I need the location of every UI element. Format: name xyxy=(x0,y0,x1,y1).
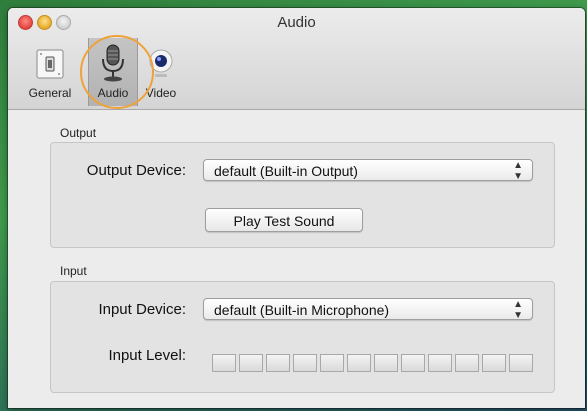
input-device-label: Input Device: xyxy=(98,301,186,318)
window-bottom-edge xyxy=(8,402,585,408)
input-level-label: Input Level: xyxy=(108,347,186,364)
input-level-segment xyxy=(293,354,317,372)
input-level-segment xyxy=(347,354,371,372)
toolbar-label-general: General xyxy=(28,86,72,100)
output-group-label: Output xyxy=(60,126,97,140)
input-level-segment xyxy=(374,354,398,372)
output-device-value: default (Built-in Output) xyxy=(214,163,358,179)
input-level-segment xyxy=(401,354,425,372)
title-bar: Audio General Audio Video xyxy=(8,8,585,110)
output-device-popup[interactable]: default (Built-in Output) ▲ ▼ xyxy=(203,159,533,182)
output-device-label: Output Device: xyxy=(86,162,186,179)
input-level-segment xyxy=(239,354,263,372)
input-group-label: Input xyxy=(60,264,87,278)
input-level-meter xyxy=(212,354,533,372)
input-level-segment xyxy=(455,354,479,372)
input-level-segment xyxy=(428,354,452,372)
toolbar-item-general[interactable]: General xyxy=(26,38,74,104)
input-level-segment xyxy=(509,354,533,372)
input-level-segment xyxy=(320,354,344,372)
play-test-sound-button[interactable]: Play Test Sound xyxy=(205,208,363,232)
input-level-segment xyxy=(266,354,290,372)
audio-preferences-window: Audio General Audio Video Output Output … xyxy=(8,8,585,408)
input-level-segment xyxy=(212,354,236,372)
switch-icon xyxy=(36,49,64,79)
input-device-popup[interactable]: default (Built-in Microphone) ▲ ▼ xyxy=(203,298,533,321)
input-level-segment xyxy=(482,354,506,372)
chevron-updown-icon: ▲ ▼ xyxy=(513,299,523,321)
input-device-value: default (Built-in Microphone) xyxy=(214,302,390,318)
chevron-updown-icon: ▲ ▼ xyxy=(513,160,523,182)
highlight-ring-annotation xyxy=(80,35,154,109)
window-title: Audio xyxy=(277,14,316,31)
